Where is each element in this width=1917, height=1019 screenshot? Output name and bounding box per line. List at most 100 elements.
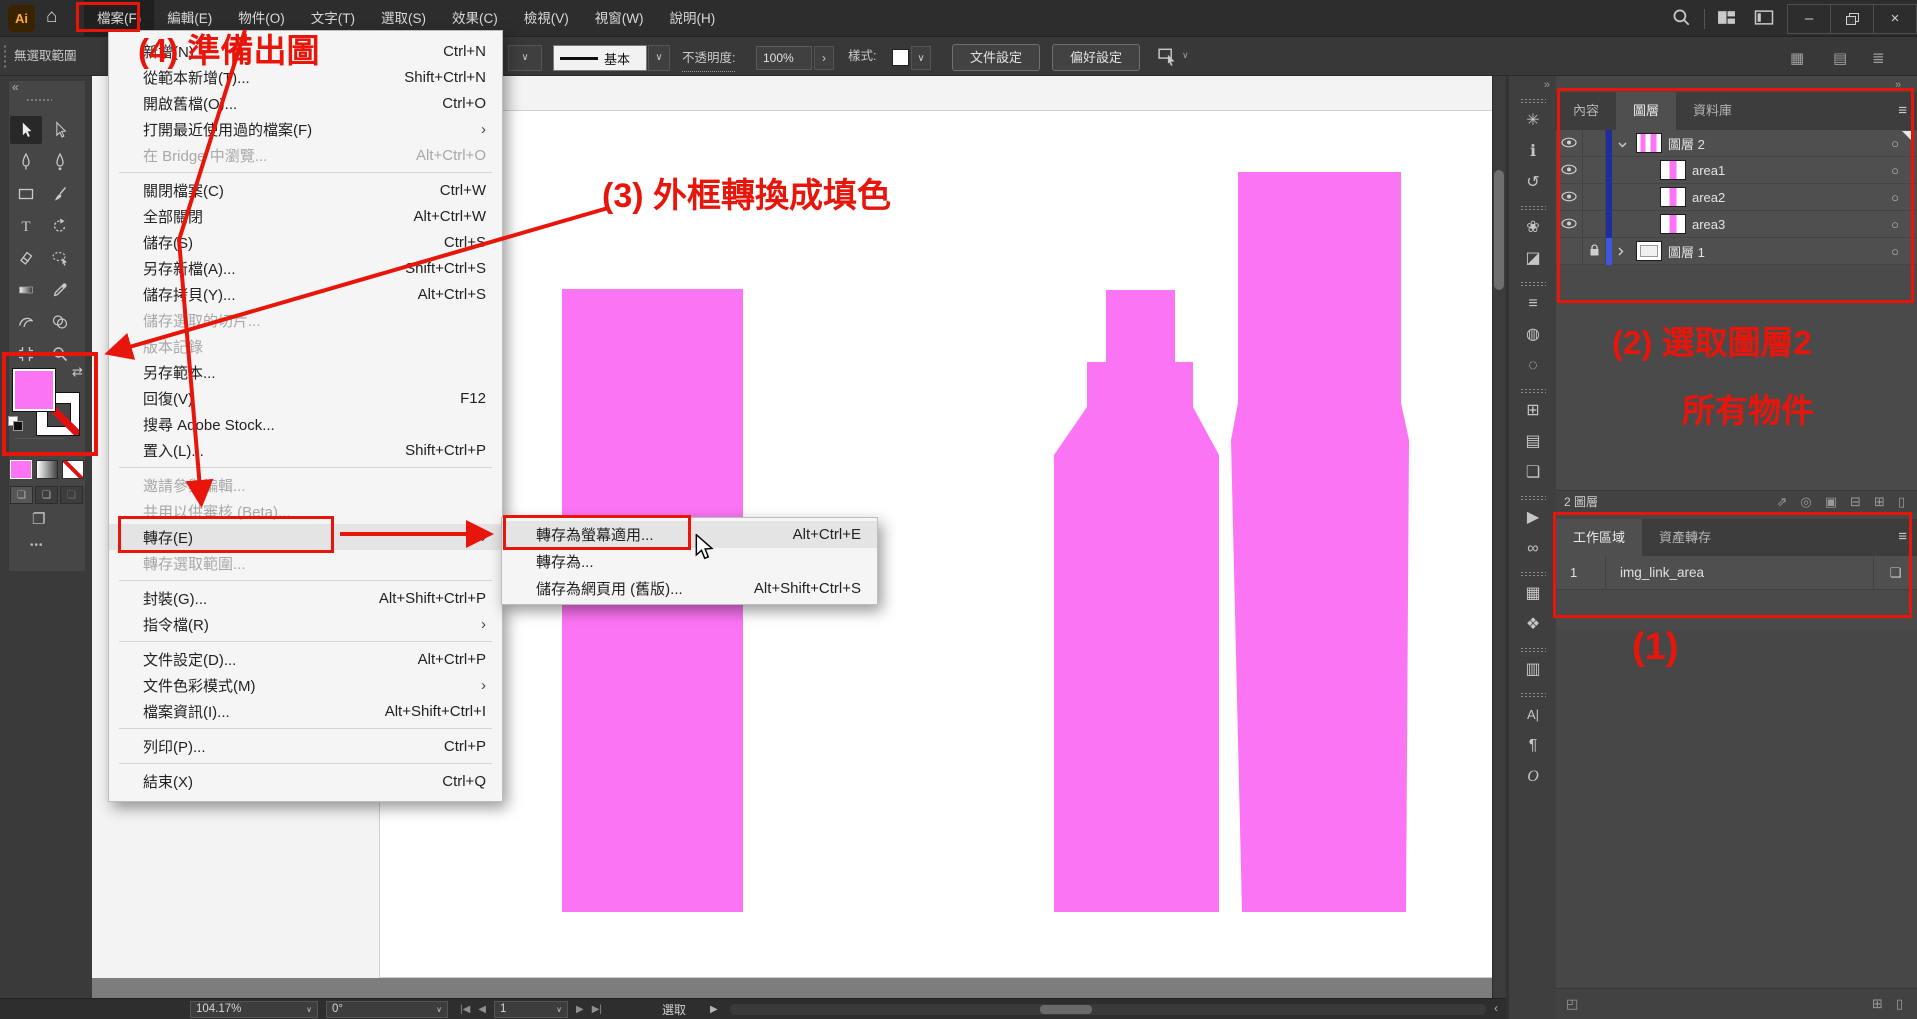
dock-grip[interactable] xyxy=(1520,495,1546,500)
prev-artboard-icon[interactable]: ◀ xyxy=(478,1004,486,1015)
object-thumbnail[interactable] xyxy=(1660,214,1686,234)
expand-dock-icon[interactable]: » xyxy=(1509,76,1556,91)
object-name[interactable]: area3 xyxy=(1692,217,1891,232)
stroke-style-preview[interactable]: 基本 xyxy=(553,45,647,71)
shape-builder-tool[interactable] xyxy=(44,308,76,336)
menu-item-search-adobe-stock[interactable]: 搜尋 Adobe Stock... xyxy=(109,411,502,437)
menu-item-export-for-screens[interactable]: 轉存為螢幕適用...Alt+Ctrl+E xyxy=(502,521,877,548)
rectangle-tool[interactable] xyxy=(10,180,42,208)
menu-item-close-all[interactable]: 全部關閉Alt+Ctrl+W xyxy=(109,203,502,229)
workspace-layout-icon[interactable] xyxy=(1717,9,1736,29)
lock-cell[interactable] xyxy=(1583,211,1606,238)
object-thumbnail[interactable] xyxy=(1660,187,1686,207)
appearance-icon[interactable]: ◌ xyxy=(1509,350,1557,381)
pathfinder-icon[interactable]: ❏ xyxy=(1509,457,1557,488)
layer-name[interactable]: 圖層 2 xyxy=(1668,134,1891,153)
opacity-expand[interactable]: › xyxy=(814,46,834,70)
menu-item-export-selection[interactable]: 轉存選取範圍... xyxy=(109,550,502,576)
resize-panel-icon[interactable]: ◰ xyxy=(1566,996,1578,1012)
visibility-eye-icon[interactable] xyxy=(1556,211,1583,238)
menu-item-exit[interactable]: 結束(X)Ctrl+Q xyxy=(109,768,502,794)
swap-fill-stroke-icon[interactable]: ⇄ xyxy=(72,364,83,380)
tab-layers[interactable]: 圖層 xyxy=(1616,92,1676,130)
control-menu-icon[interactable]: ≣ xyxy=(1872,46,1885,72)
app-logo[interactable]: Ai xyxy=(8,5,35,32)
horizontal-scroll-thumb[interactable] xyxy=(1040,1005,1092,1014)
minimize-button[interactable]: – xyxy=(1787,4,1831,34)
paragraph-icon[interactable]: ¶ xyxy=(1509,730,1557,761)
artboards-icon[interactable]: ▦ xyxy=(1509,578,1557,609)
default-stroke-icon[interactable] xyxy=(13,421,23,431)
menu-item-save-a-copy[interactable]: 儲存拷貝(Y)...Alt+Ctrl+S xyxy=(109,281,502,307)
target-circle-icon[interactable]: ○ xyxy=(1891,136,1899,151)
menu-item-open-recent[interactable]: 打開最近使用過的檔案(F)› xyxy=(109,116,502,142)
tab-properties[interactable]: 內容 xyxy=(1556,92,1616,130)
layer-row-area1[interactable]: area1 ○ xyxy=(1556,157,1917,184)
layer-row-area3[interactable]: area3 ○ xyxy=(1556,211,1917,238)
target-circle-icon[interactable]: ○ xyxy=(1891,217,1899,232)
menu-item-document-color-mode[interactable]: 文件色彩模式(M)› xyxy=(109,672,502,698)
delete-layer-icon[interactable]: ▯ xyxy=(1898,494,1905,510)
delete-artboard-icon[interactable]: ▯ xyxy=(1896,996,1903,1012)
stroke-icon[interactable]: ≡ xyxy=(1509,288,1557,319)
none-button[interactable] xyxy=(62,460,84,479)
horizontal-scrollbar[interactable] xyxy=(730,1004,1486,1015)
menu-item-invite-to-edit[interactable]: 邀請參與編輯... xyxy=(109,472,502,498)
dock-grip[interactable] xyxy=(1520,388,1546,393)
dock-grip[interactable] xyxy=(1520,98,1546,103)
chevron-right-icon[interactable] xyxy=(1618,244,1632,259)
rotate-tool[interactable] xyxy=(44,212,76,240)
vertical-scroll-thumb[interactable] xyxy=(1494,170,1504,290)
draw-inside-mode[interactable]: ❏ xyxy=(60,486,83,504)
last-artboard-icon[interactable]: ▶| xyxy=(592,1004,602,1015)
tool-switch-icon[interactable] xyxy=(1158,48,1180,69)
object-thumbnail[interactable] xyxy=(1660,160,1686,180)
color-button[interactable] xyxy=(10,460,32,479)
style-dropdown[interactable]: ∨ xyxy=(911,46,931,70)
layer-thumbnail[interactable] xyxy=(1636,133,1662,153)
layer-thumbnail[interactable] xyxy=(1636,241,1662,261)
align-icon[interactable]: ▤ xyxy=(1509,426,1557,457)
type-tool[interactable]: T xyxy=(10,212,42,240)
preferences-button[interactable]: 偏好設定 xyxy=(1052,44,1140,71)
dock-grip[interactable] xyxy=(1520,692,1546,697)
status-play-icon[interactable]: ▶ xyxy=(710,1004,718,1015)
tab-libraries[interactable]: 資料庫 xyxy=(1676,92,1749,130)
history-icon[interactable]: ↺ xyxy=(1509,167,1557,198)
target-circle-icon[interactable]: ○ xyxy=(1891,163,1899,178)
transform-icon[interactable]: ⊞ xyxy=(1509,395,1557,426)
restore-button[interactable] xyxy=(1830,4,1874,34)
direct-selection-tool[interactable] xyxy=(44,116,76,144)
menu-item-revert[interactable]: 回復(V)F12 xyxy=(109,385,502,411)
lock-icon[interactable] xyxy=(1583,238,1606,265)
new-sublayer-icon[interactable]: ⊟ xyxy=(1850,494,1861,510)
draw-normal-mode[interactable]: ❏ xyxy=(10,486,33,504)
collect-for-export-icon[interactable]: ⇗ xyxy=(1776,494,1787,510)
layer-row-layer2[interactable]: 圖層 2 ○ xyxy=(1556,130,1917,157)
hidden-swatch-combo[interactable]: ∨ xyxy=(508,45,542,71)
gradient-button[interactable] xyxy=(36,460,58,479)
character-icon[interactable]: A| xyxy=(1509,699,1557,730)
menu-item-export[interactable]: 轉存(E)› xyxy=(109,524,502,550)
layer-row-layer1[interactable]: 圖層 1 ○ xyxy=(1556,238,1917,265)
opentype-icon[interactable]: O xyxy=(1509,761,1557,792)
close-button[interactable]: × xyxy=(1873,4,1917,34)
home-icon[interactable]: ⌂ xyxy=(46,6,57,28)
paintbrush-tool[interactable] xyxy=(44,180,76,208)
locate-object-icon[interactable]: ◎ xyxy=(1800,494,1811,510)
artboard-row[interactable]: 1 img_link_area ❏ xyxy=(1556,556,1917,590)
chevron-down-icon[interactable] xyxy=(1618,136,1632,151)
eyedropper-tool[interactable] xyxy=(44,276,76,304)
scroll-left-corner-icon[interactable]: ‹ xyxy=(1494,1003,1498,1015)
color-icon[interactable]: ❀ xyxy=(1509,212,1557,243)
next-artboard-icon[interactable]: ▶ xyxy=(576,1004,584,1015)
menu-item-save-selected-slices[interactable]: 儲存選取的切片... xyxy=(109,307,502,333)
transparency-icon[interactable]: ◍ xyxy=(1509,319,1557,350)
gradient-icon[interactable]: ◪ xyxy=(1509,243,1557,274)
rotation-combo[interactable]: 0°∨ xyxy=(326,1001,448,1018)
menu-item-save-as-template[interactable]: 另存範本... xyxy=(109,359,502,385)
zoom-level-combo[interactable]: 104.17%∨ xyxy=(190,1001,318,1018)
menu-item-close[interactable]: 關閉檔案(C)Ctrl+W xyxy=(109,177,502,203)
new-layer-icon[interactable]: ⊞ xyxy=(1874,494,1885,510)
menu-help[interactable]: 說明(H) xyxy=(656,0,728,37)
